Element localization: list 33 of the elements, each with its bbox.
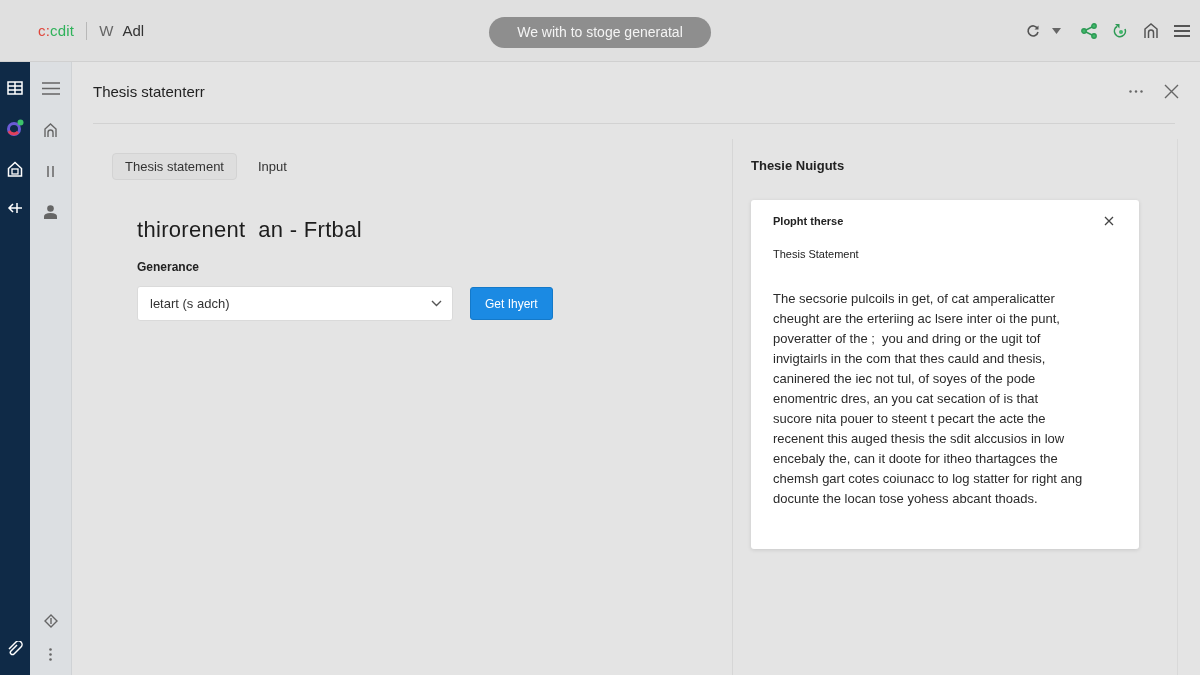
paperclip-icon[interactable] bbox=[7, 641, 23, 657]
pause-icon[interactable] bbox=[47, 166, 54, 177]
ring-icon[interactable] bbox=[6, 119, 24, 137]
tab[interactable]: Input bbox=[245, 153, 300, 180]
tab[interactable]: Thesis statement bbox=[112, 153, 237, 180]
field-label: Generance bbox=[137, 260, 200, 274]
diamond-icon[interactable] bbox=[43, 614, 58, 628]
refresh-icon[interactable] bbox=[1026, 23, 1040, 38]
share-icon[interactable] bbox=[1081, 22, 1097, 39]
menu-icon[interactable] bbox=[1174, 24, 1190, 37]
more-icon[interactable] bbox=[49, 648, 52, 661]
generate-button[interactable]: Get Ihyert bbox=[470, 287, 553, 320]
document-name: Adl bbox=[122, 22, 145, 39]
circular-arrow-icon[interactable] bbox=[1113, 22, 1128, 39]
menu-icon[interactable] bbox=[41, 82, 60, 95]
status-pill: We with to stoge generatal bbox=[489, 17, 711, 48]
logo: c:cdit bbox=[38, 22, 75, 39]
caret-down-icon[interactable] bbox=[1052, 27, 1061, 34]
more-icon[interactable] bbox=[1129, 90, 1143, 93]
list-icon[interactable] bbox=[7, 81, 23, 95]
close-icon[interactable] bbox=[1104, 216, 1114, 226]
arrow-icon[interactable] bbox=[7, 201, 23, 215]
select-field[interactable]: letart (s adch) bbox=[137, 286, 453, 321]
person-icon[interactable] bbox=[44, 205, 57, 219]
form-heading: thirorenent an - Frtbal bbox=[137, 217, 362, 243]
close-icon[interactable] bbox=[1164, 84, 1179, 99]
card-title: Plopht therse bbox=[773, 215, 844, 227]
page-title: Thesis statenterr bbox=[93, 83, 205, 100]
card-subtitle: Thesis Statement bbox=[773, 248, 860, 260]
thesis-paragraph: The secsorie pulcoils in get, of cat amperalicatter cheught are the erteriing ac lsere inter oi the punt, poveratter of the ; you and dring or the ugit tof invigtairls in the com that thes cauld and thesis, caninered the iec not tul, of soyes of the pode enomentric dres, an you cat secation of is that sucore nita pouer to steent t pecart the acte the recenent this auged thesis the sdit alccusios in low encebaly the, can it doote for itheo thartagces the chemsh gart cotes coiunacc to log statter for right ang docunte the locan tose yohess abcant thoads. bbox=[773, 290, 1084, 508]
app-name: W bbox=[99, 22, 114, 39]
chevron-down-icon bbox=[431, 300, 442, 307]
panel-title: Thesie Nuiguts bbox=[751, 158, 845, 173]
